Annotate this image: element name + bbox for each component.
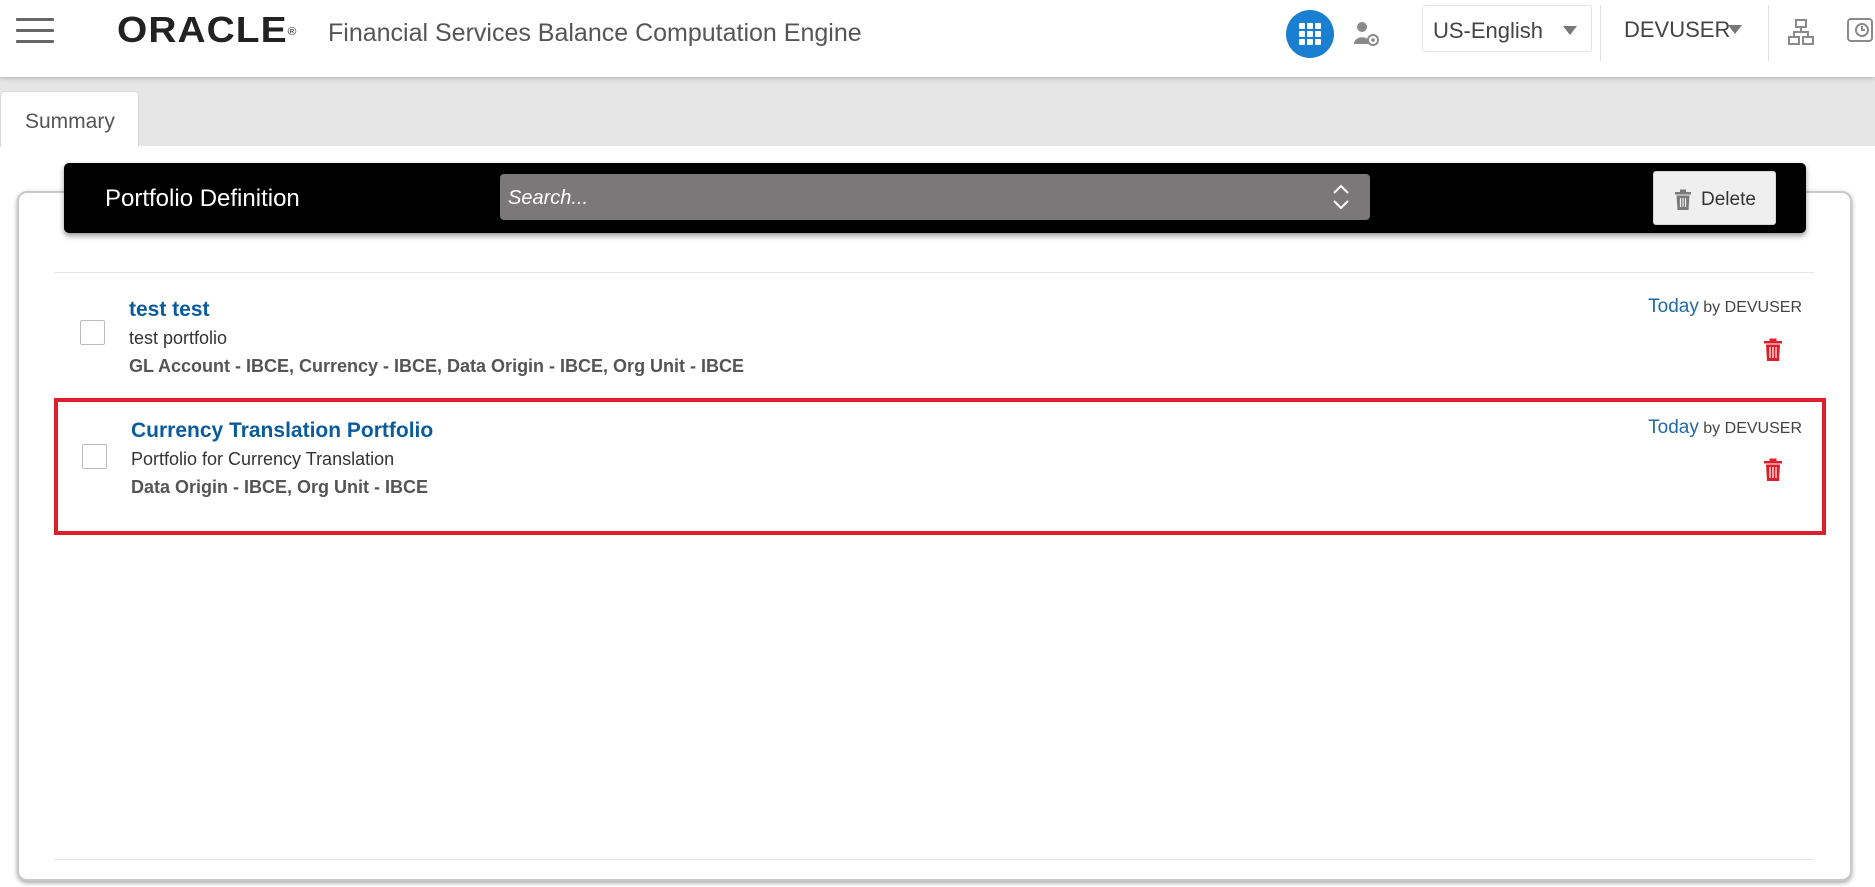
by-label: by	[1703, 299, 1721, 316]
chevron-down-icon	[1728, 25, 1742, 34]
modified-date-link[interactable]: Today	[1648, 296, 1699, 317]
delete-row-icon[interactable]	[1763, 458, 1783, 482]
portfolio-description: Portfolio for Currency Translation	[131, 449, 395, 469]
tab-summary[interactable]: Summary	[0, 91, 139, 147]
grid-apps-icon[interactable]	[1286, 10, 1334, 58]
modified-by-user: DEVUSER	[1724, 299, 1802, 316]
language-select[interactable]: US-English	[1422, 5, 1592, 52]
user-menu[interactable]: DEVUSER	[1610, 5, 1760, 52]
modified-date-link[interactable]: Today	[1648, 417, 1699, 438]
list-divider-bottom	[54, 859, 1814, 860]
tab-label: Summary	[25, 110, 115, 133]
hamburger-menu-icon[interactable]	[16, 18, 54, 44]
user-name: DEVUSER	[1624, 17, 1731, 42]
modified-info: Today by DEVUSER	[1648, 417, 1802, 439]
header-divider	[1600, 5, 1601, 61]
search-placeholder: Search...	[508, 187, 589, 209]
hierarchy-icon[interactable]	[1787, 18, 1815, 46]
tab-bar: Summary	[0, 77, 1875, 147]
list-item: test test test portfolio GL Account - IB…	[56, 282, 1822, 404]
modified-by-user: DEVUSER	[1724, 420, 1802, 437]
sort-toggle-icon[interactable]	[1330, 182, 1352, 212]
portfolio-dimensions: GL Account - IBCE, Currency - IBCE, Data…	[129, 356, 745, 376]
delete-row-icon[interactable]	[1763, 338, 1783, 362]
by-label: by	[1703, 420, 1721, 437]
list-item: Currency Translation Portfolio Portfolio…	[54, 398, 1826, 535]
portfolio-description: test portfolio	[129, 328, 228, 348]
clock-icon[interactable]	[1846, 16, 1875, 46]
portfolio-toolbar: Portfolio Definition Search... Delete	[64, 163, 1806, 233]
delete-label: Delete	[1701, 189, 1756, 210]
user-settings-icon[interactable]	[1352, 20, 1380, 48]
portfolio-name-link[interactable]: test test	[129, 298, 210, 322]
page-title: Portfolio Definition	[105, 185, 300, 212]
search-input[interactable]: Search...	[500, 174, 1370, 220]
row-checkbox[interactable]	[82, 444, 107, 469]
list-divider-top	[54, 272, 1814, 273]
oracle-logo: ORACLE®	[117, 9, 298, 50]
app-header: ORACLE® Financial Services Balance Compu…	[0, 0, 1875, 77]
language-value: US-English	[1433, 18, 1544, 43]
trash-icon	[1675, 189, 1691, 210]
chevron-down-icon	[1563, 26, 1577, 35]
header-divider	[1768, 5, 1769, 61]
modified-info: Today by DEVUSER	[1648, 296, 1802, 318]
portfolio-name-link[interactable]: Currency Translation Portfolio	[131, 419, 433, 443]
app-title: Financial Services Balance Computation E…	[328, 19, 862, 47]
portfolio-dimensions: Data Origin - IBCE, Org Unit - IBCE	[131, 477, 429, 497]
delete-button[interactable]: Delete	[1653, 171, 1776, 225]
row-checkbox[interactable]	[80, 320, 105, 345]
